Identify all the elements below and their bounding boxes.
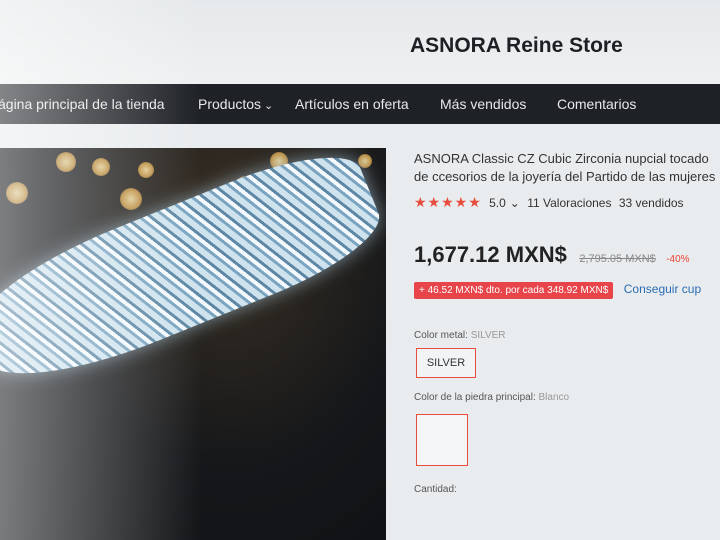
quantity-label: Cantidad:: [414, 484, 457, 495]
stone-option-white[interactable]: [416, 414, 468, 466]
bokeh-light: [6, 182, 28, 204]
metal-color-label-text: Color metal:: [414, 330, 468, 341]
star-rating-icon: ★★★★★: [414, 194, 482, 210]
reviews-count[interactable]: 11 Valoraciones: [527, 196, 611, 210]
metal-option-silver[interactable]: SILVER: [416, 348, 476, 378]
discount-badge: -40%: [666, 254, 690, 265]
current-price: 1,677.12 MXN$: [414, 242, 567, 267]
coupon-row: + 46.52 MXN$ dto. por cada 348.92 MXN$ C…: [414, 280, 701, 299]
bokeh-light: [56, 152, 76, 172]
product-section: ASNORA Classic CZ Cubic Zirconia nupcial…: [0, 124, 720, 540]
get-coupon-link[interactable]: Conseguir cup: [624, 282, 701, 296]
bokeh-light: [92, 158, 110, 176]
price-row: 1,677.12 MXN$ 2,795.05 MXN$ -40%: [414, 242, 690, 268]
chevron-down-icon[interactable]: ⌄: [510, 196, 520, 210]
product-image[interactable]: [0, 148, 386, 540]
coupon-badge: + 46.52 MXN$ dto. por cada 348.92 MXN$: [414, 282, 614, 299]
nav-offers[interactable]: Artículos en oferta: [295, 96, 409, 112]
metal-color-label: Color metal: SILVER: [414, 330, 506, 341]
store-nav: ágina principal de la tienda Productos ⌄ …: [0, 84, 720, 124]
product-title[interactable]: ASNORA Classic CZ Cubic Zirconia nupcial…: [414, 150, 720, 186]
rating-row: ★★★★★ 5.0 ⌄ 11 Valoraciones 33 vendidos: [414, 194, 688, 211]
store-header: ASNORA Reine Store: [0, 0, 720, 84]
nav-reviews[interactable]: Comentarios: [557, 96, 636, 112]
tiara-graphic: [0, 148, 386, 404]
stone-color-value: Blanco: [538, 392, 570, 403]
nav-home[interactable]: ágina principal de la tienda: [0, 96, 165, 112]
nav-products[interactable]: Productos ⌄: [198, 96, 273, 112]
stone-color-label-text: Color de la piedra principal:: [414, 392, 536, 403]
sold-count: 33 vendidos: [618, 196, 684, 210]
original-price: 2,795.05 MXN$: [579, 253, 656, 265]
chevron-down-icon: ⌄: [264, 100, 274, 112]
bokeh-light: [358, 154, 372, 168]
store-name[interactable]: ASNORA Reine Store: [410, 34, 623, 58]
metal-color-value: SILVER: [470, 330, 506, 341]
bokeh-light: [120, 188, 142, 210]
rating-value[interactable]: 5.0: [489, 196, 506, 210]
stone-color-label: Color de la piedra principal: Blanco: [414, 392, 569, 403]
nav-products-label: Productos: [198, 96, 262, 112]
nav-bestsellers[interactable]: Más vendidos: [440, 96, 526, 112]
bokeh-light: [138, 162, 154, 178]
